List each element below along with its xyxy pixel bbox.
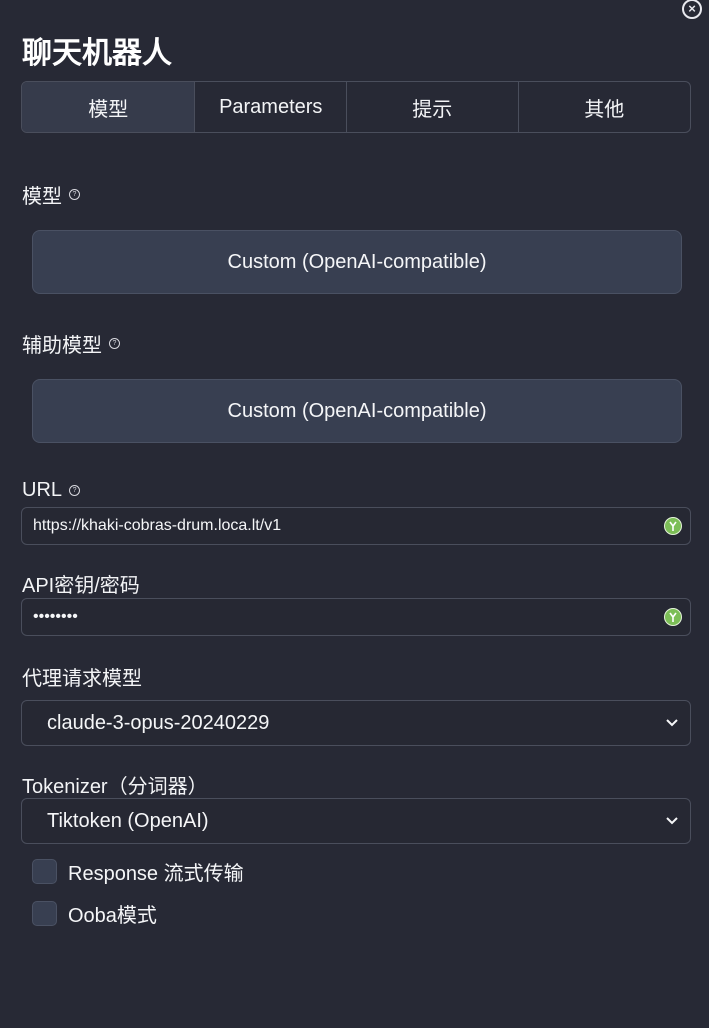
aux-model-select-button[interactable]: Custom (OpenAI-compatible)	[32, 379, 682, 443]
help-icon[interactable]: ?	[69, 189, 80, 200]
url-label: URL	[22, 479, 63, 501]
api-key-input[interactable]: ••••••••	[21, 598, 691, 636]
model-label: 模型	[22, 186, 62, 208]
close-icon[interactable]: ×	[682, 0, 702, 19]
tokenizer-select[interactable]: Tiktoken (OpenAI)	[21, 798, 691, 844]
tokenizer-selected: Tiktoken (OpenAI)	[47, 809, 209, 832]
url-input[interactable]: https://khaki-cobras-drum.loca.lt/v1	[21, 507, 691, 545]
url-label-row: URL ?	[22, 479, 81, 502]
chevron-down-icon	[666, 719, 678, 727]
tab-model[interactable]: 模型	[22, 82, 195, 132]
url-value: https://khaki-cobras-drum.loca.lt/v1	[33, 517, 282, 534]
help-icon[interactable]: ?	[69, 485, 81, 496]
tab-bar: 模型 Parameters 提示 其他	[21, 81, 691, 133]
tab-parameters[interactable]: Parameters	[194, 82, 346, 132]
chevron-down-icon	[666, 817, 678, 825]
ooba-option[interactable]: Ooba模式	[32, 899, 157, 928]
ooba-checkbox[interactable]	[32, 901, 57, 926]
proxy-model-selected: claude-3-opus-20240229	[47, 711, 270, 734]
tab-prompt[interactable]: 提示	[346, 82, 517, 132]
proxy-model-label: 代理请求模型	[22, 668, 142, 690]
ooba-label: Ooba模式	[68, 905, 157, 927]
password-manager-icon[interactable]	[664, 608, 682, 626]
model-label-row: 模型 ?	[22, 180, 80, 209]
streaming-label: Response 流式传输	[68, 863, 244, 885]
api-key-label: API密钥/密码	[22, 575, 140, 597]
help-icon[interactable]: ?	[109, 338, 120, 349]
streaming-checkbox[interactable]	[32, 859, 57, 884]
page-title: 聊天机器人	[22, 37, 172, 70]
aux-model-label: 辅助模型	[22, 335, 102, 357]
streaming-option[interactable]: Response 流式传输	[32, 857, 244, 886]
aux-model-label-row: 辅助模型 ?	[22, 329, 120, 358]
tab-other[interactable]: 其他	[517, 82, 690, 132]
proxy-model-select[interactable]: claude-3-opus-20240229	[21, 700, 691, 746]
password-manager-icon[interactable]	[664, 517, 682, 535]
model-select-button[interactable]: Custom (OpenAI-compatible)	[32, 230, 682, 294]
tokenizer-label: Tokenizer（分词器）	[22, 776, 208, 798]
api-key-value: ••••••••	[33, 608, 78, 625]
